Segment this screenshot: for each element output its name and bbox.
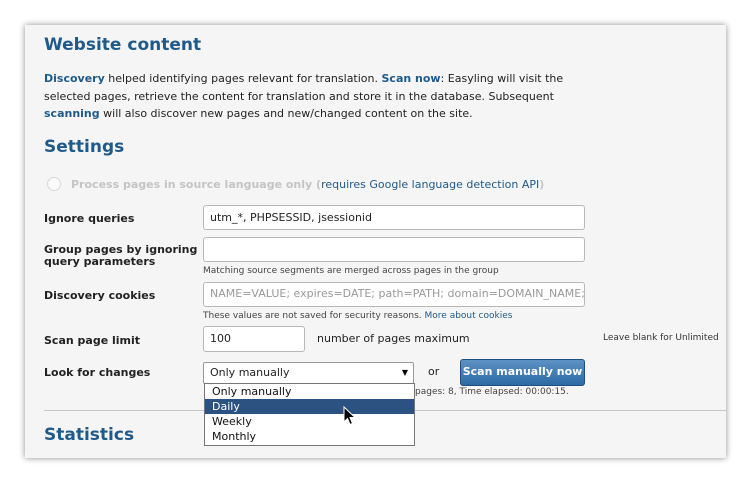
discovery-cookies-input[interactable]: NAME=VALUE; expires=DATE; path=PATH; dom… [203, 282, 585, 307]
caret-down-icon: ▼ [401, 368, 408, 377]
scan-now-link[interactable]: Scan now [382, 72, 441, 85]
website-content-panel: Website content Discovery helped identif… [25, 25, 726, 458]
intro-text-1: helped identifying pages relevant for tr… [104, 72, 382, 85]
look-for-changes-select[interactable]: Only manually ▼ [203, 362, 414, 384]
or-label: or [428, 365, 440, 378]
group-pages-hint: Matching source segments are merged acro… [203, 266, 499, 276]
scan-manually-button[interactable]: Scan manually now [460, 359, 585, 386]
scan-page-limit-input[interactable]: 100 [203, 326, 305, 352]
scan-status-text: pages: 8, Time elapsed: 00:00:15. [415, 387, 569, 397]
more-about-cookies-link[interactable]: More about cookies [425, 311, 513, 321]
discovery-cookies-label: Discovery cookies [44, 289, 156, 302]
option-only-manually[interactable]: Only manually [205, 384, 414, 399]
look-for-changes-selected: Only manually [210, 366, 290, 379]
mouse-pointer-icon [343, 406, 356, 426]
intro-text-3: will also discover new pages and new/cha… [99, 107, 473, 120]
group-pages-label: Group pages by ignoring query parameters [44, 243, 198, 268]
scanning-link[interactable]: scanning [44, 107, 100, 120]
settings-title: Settings [44, 137, 125, 157]
option-daily[interactable]: Daily [205, 399, 414, 414]
google-detection-link[interactable]: requires Google language detection API [321, 178, 539, 191]
process-source-only-label: Process pages in source language only (r… [71, 178, 545, 191]
website-content-title: Website content [44, 35, 202, 55]
option-monthly[interactable]: Monthly [205, 429, 414, 444]
group-pages-input[interactable] [203, 237, 585, 262]
statistics-title: Statistics [44, 425, 135, 445]
discovery-cookies-hint: These values are not saved for security … [203, 311, 513, 321]
ignore-queries-label: Ignore queries [44, 212, 135, 225]
scan-page-limit-label: Scan page limit [44, 334, 141, 347]
ignore-queries-input[interactable]: utm_*, PHPSESSID, jsessionid [203, 205, 585, 230]
option-weekly[interactable]: Weekly [205, 414, 414, 429]
process-source-only-radio[interactable] [47, 177, 61, 191]
look-for-changes-dropdown: Only manually Daily Weekly Monthly [204, 383, 415, 446]
scan-page-limit-note: Leave blank for Unlimited [603, 333, 719, 343]
intro-paragraph: Discovery helped identifying pages relev… [44, 70, 604, 123]
look-for-changes-label: Look for changes [44, 366, 151, 379]
discovery-link[interactable]: Discovery [44, 72, 105, 85]
scan-page-limit-suffix: number of pages maximum [317, 332, 470, 345]
